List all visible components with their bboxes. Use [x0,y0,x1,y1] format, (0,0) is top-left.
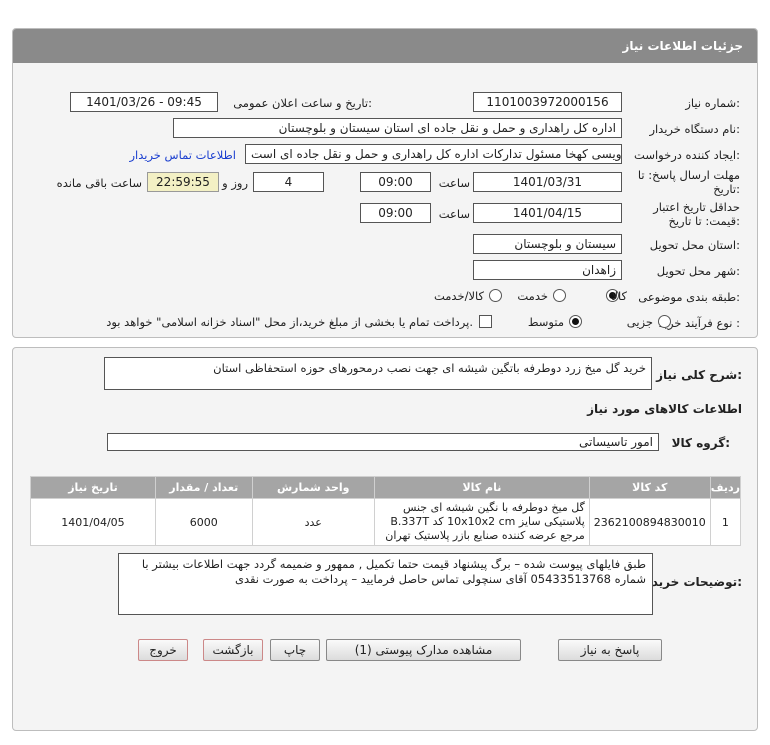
city-label: شهر محل تحویل: [656,264,740,278]
col-name: نام کالا [373,476,590,499]
category-service-label: خدمت [517,289,548,303]
validity-time-field: 09:00 [360,203,431,223]
panel-title: جزئیات اطلاعات نیاز [13,29,757,63]
process-radio-medium[interactable] [569,315,582,328]
remaining-label: ساعت باقی مانده [56,176,142,190]
process-medium-label: متوسط [527,315,564,329]
validity-date-field: 1401/04/15 [473,203,622,223]
days-field: 4 [253,172,324,192]
deadline-time-field: 09:00 [360,172,431,192]
validity-label-2: قیمت: تا تاریخ: [668,214,740,228]
announce-field: 1401/03/26 - 09:45 [70,92,218,112]
need-number-label: شماره نیاز: [685,96,740,110]
col-code: کد کالا [588,476,711,499]
goods-group-field: امور تاسیساتی [107,433,659,451]
contact-info-link[interactable]: اطلاعات تماس خریدار [129,148,236,162]
creator-label: ایجاد کننده درخواست: [634,148,740,162]
category-both-label: کالا/خدمت [433,289,484,303]
row-code: 2362100894830010 [588,498,711,546]
print-button[interactable]: چاپ [270,639,320,661]
validity-label: حداقل تاریخ اعتبار [653,200,740,214]
goods-table: ردیف کد کالا نام کالا واحد شمارش تعداد /… [30,476,742,546]
col-qty: تعداد / مقدار [154,476,253,499]
col-index: ردیف [709,476,742,499]
buyer-notes-field: طبق فایلهای پیوست شده – برگ پیشنهاد قیمت… [118,553,653,615]
announce-label: تاریخ و ساعت اعلان عمومی: [233,96,372,110]
remaining-time-field: 22:59:55 [147,172,219,192]
category-label: طبقه بندی موضوعی: [638,290,740,304]
view-attachments-button[interactable]: مشاهده مدارک پیوستی (1) [326,639,521,661]
process-minor-label: جزیی [626,315,653,329]
page: جزئیات اطلاعات نیاز شماره نیاز: 11010039… [0,0,770,745]
deadline-label-2: تاریخ: [713,182,740,196]
validity-time-label: ساعت [438,207,470,221]
category-radio-both[interactable] [489,289,502,302]
process-radio-minor[interactable] [658,315,671,328]
province-label: استان محل تحویل: [649,238,740,252]
row-name: گل میخ دوطرفه با نگین شیشه ای جنس پلاستی… [373,498,590,546]
buyer-org-field: اداره کل راهداری و حمل و نقل جاده ای است… [173,118,622,138]
treasury-payment-note: پرداخت تمام یا بخشی از مبلغ خرید،از محل … [106,315,473,329]
summary-label: شرح کلی نیاز: [656,368,742,382]
treasury-payment-checkbox[interactable] [479,315,492,328]
deadline-time-label: ساعت [438,176,470,190]
category-radio-service[interactable] [553,289,566,302]
exit-button[interactable]: خروج [138,639,188,661]
back-button[interactable]: بازگشت [203,639,263,661]
buyer-notes-label: توضیحات خریدار: [640,575,742,589]
row-date: 1401/04/05 [30,498,156,546]
row-qty: 6000 [154,498,253,546]
row-index: 1 [709,498,742,546]
days-label: روز و [222,176,248,190]
city-field: زاهدان [473,260,622,280]
process-label: نوع فرآیند خرید : [658,316,740,330]
table-row: 1 2362100894830010 گل میخ دوطرفه با نگین… [30,498,742,546]
goods-section-title: اطلاعات کالاهای مورد نیاز [587,402,742,416]
reply-button[interactable]: پاسخ به نیاز [558,639,662,661]
need-number-field: 1101003972000156 [473,92,622,112]
creator-field: علی اویسی کهخا مسئول تدارکات اداره کل را… [245,144,622,164]
province-field: سیستان و بلوچستان [473,234,622,254]
summary-field: خرید گل میخ زرد دوطرفه باتگین شیشه ای جه… [104,357,652,390]
category-goods-label: کالا [611,289,627,303]
goods-group-label: گروه کالا: [671,436,730,450]
row-unit: عدد [251,498,375,546]
deadline-label: مهلت ارسال پاسخ: تا [637,168,740,182]
deadline-date-field: 1401/03/31 [473,172,622,192]
col-unit: واحد شمارش [251,476,375,499]
col-date: تاریخ نیاز [30,476,156,499]
buyer-org-label: نام دستگاه خریدار: [649,122,740,136]
